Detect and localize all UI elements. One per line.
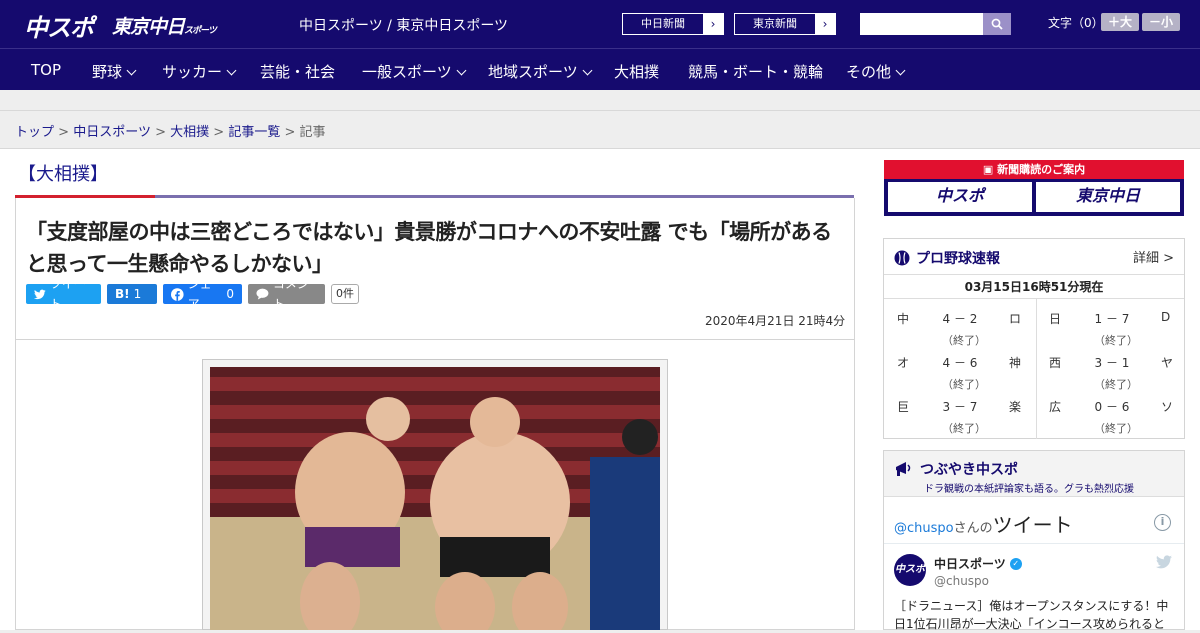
- twitter-icon: [34, 289, 46, 299]
- divider: [884, 543, 1184, 544]
- speech-bubble-icon: [256, 288, 269, 300]
- info-icon[interactable]: i: [1154, 514, 1171, 531]
- breadcrumb-current: 記事: [299, 125, 326, 140]
- subscription-heading: ▣ 新聞購読のご案内: [884, 160, 1184, 179]
- chevron-down-icon: [226, 65, 237, 76]
- tokyo-chunichi-logo[interactable]: 東京中日スポーツ: [112, 12, 217, 39]
- breadcrumb-top[interactable]: トップ: [15, 125, 54, 140]
- article-photo[interactable]: [210, 367, 660, 630]
- search-input[interactable]: [860, 13, 984, 35]
- chevron-down-icon: [456, 65, 467, 76]
- tweet-text: ［ドラニュース］俺はオープンスタンスにする！中日1位石川昂が一大決心「インコース…: [894, 599, 1169, 631]
- tweets-panel-subtitle: ドラ観戦の本紙評論家も語る。グラも熱烈応援: [924, 484, 1134, 495]
- comment-button[interactable]: コメント: [248, 277, 325, 311]
- chevron-down-icon: [126, 65, 137, 76]
- tweets-panel: つぶやき中スポ ドラ観戦の本紙評論家も語る。グラも熱烈応援 @chuspoさんの…: [883, 450, 1185, 631]
- comment-count: 0件: [331, 284, 359, 304]
- category-heading: 【大相撲】: [18, 164, 108, 185]
- nav-item-entertainment[interactable]: 芸能・社会: [260, 61, 335, 82]
- twitter-handle-link[interactable]: @chuspo: [894, 521, 954, 536]
- chevron-down-icon: [895, 65, 906, 76]
- share-buttons: ツイート B! 1 シェア 0 コメント 0件: [26, 277, 359, 311]
- game-score[interactable]: 中4 － 2 ロ（終了）: [884, 299, 1034, 347]
- subscribe-chuspo-button[interactable]: 中スポ: [888, 182, 1032, 212]
- baseball-panel-title: プロ野球速報: [894, 248, 1000, 268]
- nav-item-sumo[interactable]: 大相撲: [614, 61, 659, 82]
- tweets-panel-title: つぶやき中スポ: [894, 459, 1018, 479]
- nav-item-general-sports[interactable]: 一般スポーツ: [362, 61, 467, 82]
- avatar[interactable]: 中スポ: [894, 554, 926, 586]
- search-button[interactable]: [983, 13, 1011, 35]
- sumo-photo-illustration: [210, 367, 660, 630]
- hatena-icon: B!: [115, 287, 130, 301]
- tweet-button[interactable]: ツイート: [26, 277, 101, 311]
- facebook-share-button[interactable]: シェア 0: [163, 277, 242, 311]
- verified-badge-icon: ✓: [1009, 557, 1022, 570]
- tweets-panel-header: つぶやき中スポ ドラ観戦の本紙評論家も語る。グラも熱烈応援: [884, 451, 1184, 497]
- nav-item-top[interactable]: TOP: [31, 61, 61, 79]
- baseball-details-link[interactable]: 詳細 >: [1133, 247, 1174, 266]
- chuspo-logo[interactable]: 中スポ: [24, 8, 94, 43]
- site-header: 中スポ 東京中日スポーツ 中日スポーツ / 東京中日スポーツ 中日新聞 › 東京…: [0, 0, 1200, 48]
- baseball-icon: [894, 250, 910, 266]
- game-score[interactable]: 日1 － 7 D （終了）: [1036, 299, 1186, 347]
- sub-bar: [0, 90, 1200, 111]
- divider: [16, 339, 854, 340]
- tweet-account-name[interactable]: 中日スポーツ ✓: [934, 555, 1022, 572]
- nav-item-other[interactable]: その他: [846, 61, 906, 82]
- breadcrumb-article-list[interactable]: 記事一覧: [228, 125, 280, 140]
- nav-item-soccer[interactable]: サッカー: [162, 61, 237, 82]
- chevron-right-icon: ›: [822, 17, 828, 31]
- breadcrumb-chunichi-sports[interactable]: 中日スポーツ: [73, 125, 151, 140]
- baseball-scores-panel: プロ野球速報 詳細 > 03月15日16時51分現在 中4 － 2 ロ（終了） 日…: [883, 238, 1185, 439]
- font-size-label: 文字（0）: [1048, 16, 1104, 30]
- game-score[interactable]: 西3 － 1 ヤ（終了）: [1036, 343, 1186, 391]
- font-larger-button[interactable]: ＋大: [1101, 13, 1139, 31]
- subscription-promo: ▣ 新聞購読のご案内 中スポ 東京中日: [884, 160, 1184, 216]
- article-title: 「支度部屋の中は三密どころではない」貴景勝がコロナへの不安吐露 でも「場所がある…: [26, 220, 832, 276]
- tokyo-shimbun-link[interactable]: 東京新聞 ›: [734, 13, 836, 35]
- tweet-account-handle[interactable]: @chuspo: [934, 574, 989, 588]
- nav-item-baseball[interactable]: 野球: [92, 61, 137, 82]
- site-links[interactable]: 中日スポーツ / 東京中日スポーツ: [299, 15, 508, 35]
- nav-item-racing[interactable]: 競馬・ボート・競輪: [688, 61, 823, 82]
- tweets-by-label: @chuspoさんのツイート: [894, 513, 1073, 537]
- breadcrumb-sumo[interactable]: 大相撲: [170, 125, 209, 140]
- main-nav: TOP 野球 サッカー 芸能・社会 一般スポーツ 地域スポーツ 大相撲 競馬・ボ…: [0, 48, 1200, 90]
- game-score[interactable]: 巨3 － 7 楽（終了）: [884, 387, 1034, 435]
- publish-date: 2020年4月21日 21時4分: [705, 314, 846, 328]
- chunichi-shimbun-link[interactable]: 中日新聞 ›: [622, 13, 724, 35]
- scores-timestamp: 03月15日16時51分現在: [884, 274, 1184, 299]
- newspaper-icon: ▣: [982, 163, 998, 176]
- game-score[interactable]: オ4 － 6 神（終了）: [884, 343, 1034, 391]
- search-icon: [991, 18, 1003, 30]
- chevron-right-icon: ›: [710, 17, 716, 31]
- hatena-bookmark-button[interactable]: B! 1: [107, 284, 157, 304]
- game-score[interactable]: 広0 － 6 ソ（終了）: [1036, 387, 1186, 435]
- nav-item-local-sports[interactable]: 地域スポーツ: [488, 61, 593, 82]
- facebook-icon: [171, 287, 184, 301]
- twitter-bird-icon[interactable]: [1156, 555, 1172, 569]
- chevron-down-icon: [582, 65, 593, 76]
- font-smaller-button[interactable]: －小: [1142, 13, 1180, 31]
- breadcrumb: トップ > 中日スポーツ > 大相撲 > 記事一覧 > 記事: [15, 125, 326, 140]
- subscribe-tokyo-chunichi-button[interactable]: 東京中日: [1036, 182, 1180, 212]
- megaphone-icon: [896, 462, 911, 476]
